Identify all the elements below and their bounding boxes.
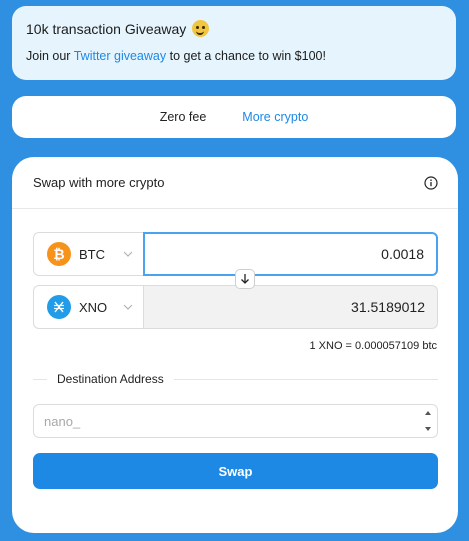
to-row: XNO 31.5189012: [33, 285, 438, 329]
destination-divider: Destination Address: [33, 372, 438, 386]
to-amount-output: 31.5189012: [143, 285, 438, 329]
from-row: ₿ BTC 0.0018: [33, 232, 438, 276]
swap-direction-button[interactable]: [235, 269, 255, 289]
destination-address-input[interactable]: [34, 405, 404, 437]
info-icon[interactable]: [424, 175, 438, 190]
swap-mode-tabs: Zero fee More crypto: [12, 96, 456, 138]
arrow-down-icon: [241, 274, 249, 284]
chevron-down-icon: [123, 251, 133, 257]
bitcoin-icon: ₿: [47, 242, 71, 266]
banner-title-text: 10k transaction Giveaway: [26, 20, 187, 37]
tab-zero-fee[interactable]: Zero fee: [160, 110, 207, 124]
destination-address-field: [33, 404, 438, 438]
smiley-emoji-icon: [192, 20, 210, 37]
from-coin-label: BTC: [79, 246, 105, 262]
to-coin-label: XNO: [79, 299, 108, 315]
giveaway-banner: 10k transaction Giveaway Join our Twitte…: [12, 6, 456, 80]
banner-text: Join our Twitter giveaway to get a chanc…: [26, 49, 442, 63]
banner-text-after: to get a chance to win $100!: [166, 49, 326, 63]
tab-more-crypto[interactable]: More crypto: [242, 110, 308, 124]
exchange-rate: 1 XNO = 0.000057109 btc: [309, 340, 437, 352]
from-coin-select[interactable]: ₿ BTC: [33, 232, 143, 276]
divider-line: [33, 378, 47, 380]
to-coin-select[interactable]: XNO: [33, 285, 143, 329]
chevron-down-icon: [123, 304, 133, 310]
banner-text-before: Join our: [26, 49, 74, 63]
divider-line: [173, 378, 438, 380]
from-amount-input[interactable]: 0.0018: [143, 232, 438, 276]
address-spinner: [419, 405, 437, 437]
card-header: Swap with more crypto: [12, 157, 458, 209]
spinner-up-icon[interactable]: [419, 405, 437, 421]
spinner-down-icon[interactable]: [419, 421, 437, 437]
swap-card: Swap with more crypto ₿ BTC 0.0018 XNO 3…: [12, 157, 458, 533]
twitter-giveaway-link[interactable]: Twitter giveaway: [74, 49, 166, 63]
destination-label: Destination Address: [57, 372, 164, 386]
nano-icon: [47, 295, 71, 319]
card-title: Swap with more crypto: [33, 175, 165, 190]
banner-title: 10k transaction Giveaway: [26, 20, 442, 37]
swap-button[interactable]: Swap: [33, 453, 438, 489]
